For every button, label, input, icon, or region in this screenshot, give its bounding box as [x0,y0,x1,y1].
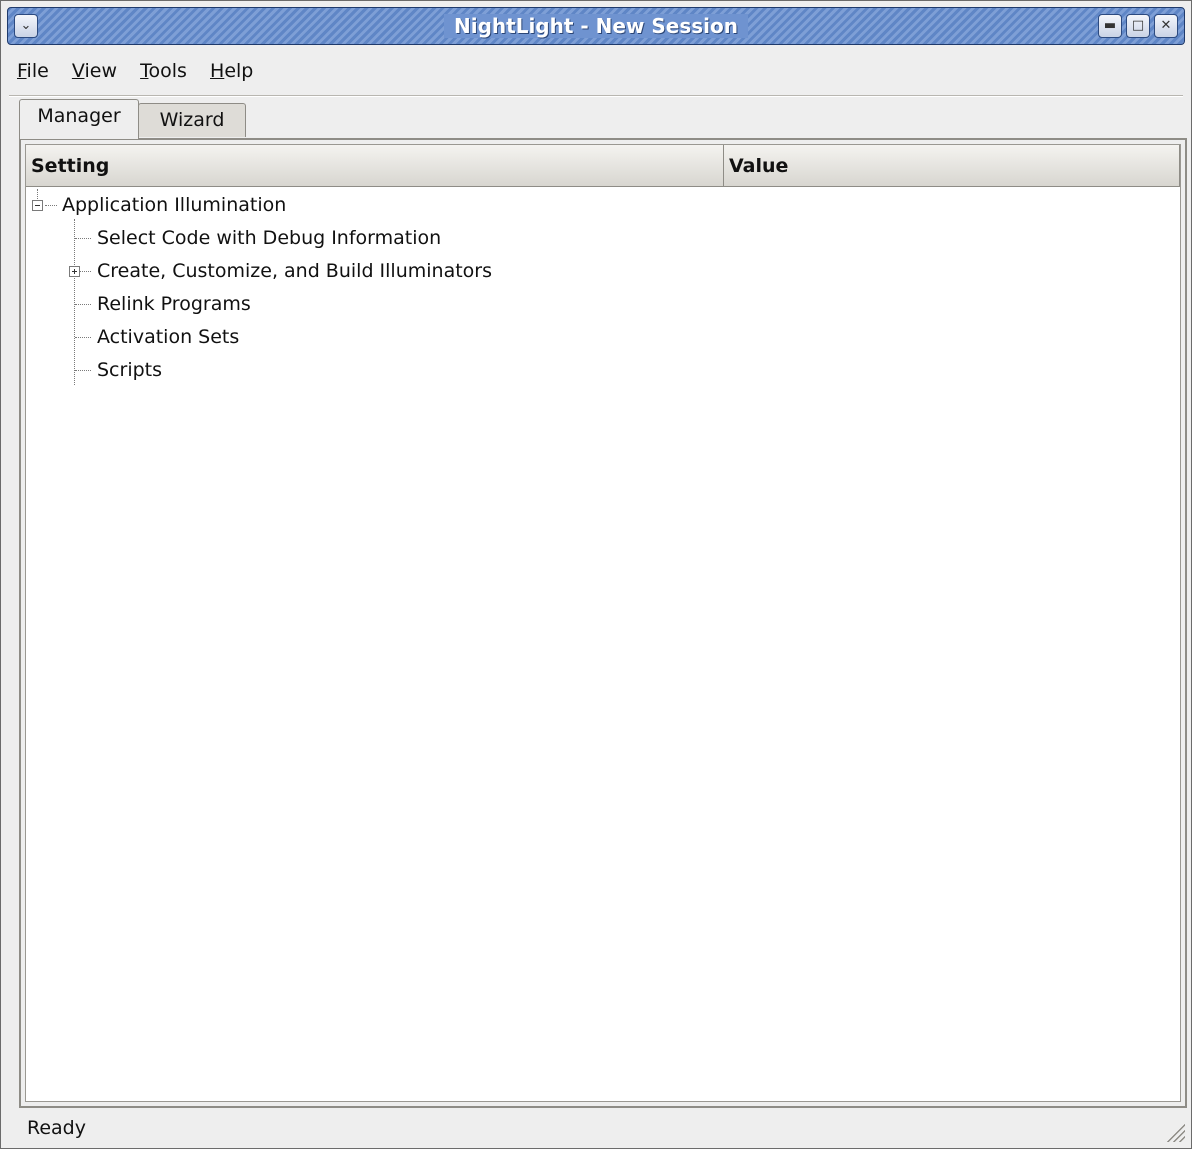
minimize-icon: ▬ [1103,18,1117,33]
close-icon: ✕ [1160,18,1172,33]
tree-connector [74,219,75,385]
tree-connector [37,189,38,199]
expand-icon[interactable] [69,266,80,277]
collapse-icon[interactable] [32,200,43,211]
tree-connector [75,370,91,371]
column-header-setting[interactable]: Setting [26,145,724,187]
menu-help[interactable]: Help [210,51,253,91]
menu-file[interactable]: File [17,51,49,91]
tree-item-activation-sets[interactable]: Activation Sets [97,321,239,353]
settings-tree-table[interactable]: Setting Value Application Illumination S… [25,144,1181,1102]
menu-view[interactable]: View [72,51,117,91]
tree-item-application-illumination[interactable]: Application Illumination [62,189,286,221]
menu-tools[interactable]: Tools [140,51,187,91]
resize-grip-icon[interactable] [1165,1122,1185,1142]
minimize-button[interactable]: ▬ [1098,14,1122,38]
tree-item-select-code[interactable]: Select Code with Debug Information [97,222,441,254]
manager-panel: Setting Value Application Illumination S… [19,138,1187,1108]
app-window: ⌄ NightLight - New Session ▬ □ ✕ File Vi… [0,0,1192,1149]
menu-separator [9,95,1183,97]
tree-item-relink-programs[interactable]: Relink Programs [97,288,251,320]
close-button[interactable]: ✕ [1154,14,1178,38]
tree-connector [75,337,91,338]
title-bar[interactable]: ⌄ NightLight - New Session ▬ □ ✕ [7,7,1185,45]
tree-connector [75,238,91,239]
tree-connector [75,304,91,305]
tab-manager[interactable]: Manager [19,99,139,139]
maximize-button[interactable]: □ [1126,14,1150,38]
tree-connector [80,271,91,272]
column-header-value[interactable]: Value [724,145,1180,187]
menu-bar: File View Tools Help [9,51,1183,91]
window-title: NightLight - New Session [8,8,1184,44]
maximize-icon: □ [1131,18,1145,33]
tab-wizard[interactable]: Wizard [138,103,246,137]
status-bar: Ready [9,1111,1183,1145]
tree-connector [45,205,57,206]
tree-item-scripts[interactable]: Scripts [97,354,162,386]
status-text: Ready [27,1117,86,1139]
tree-item-create-customize-build[interactable]: Create, Customize, and Build Illuminator… [97,255,492,287]
